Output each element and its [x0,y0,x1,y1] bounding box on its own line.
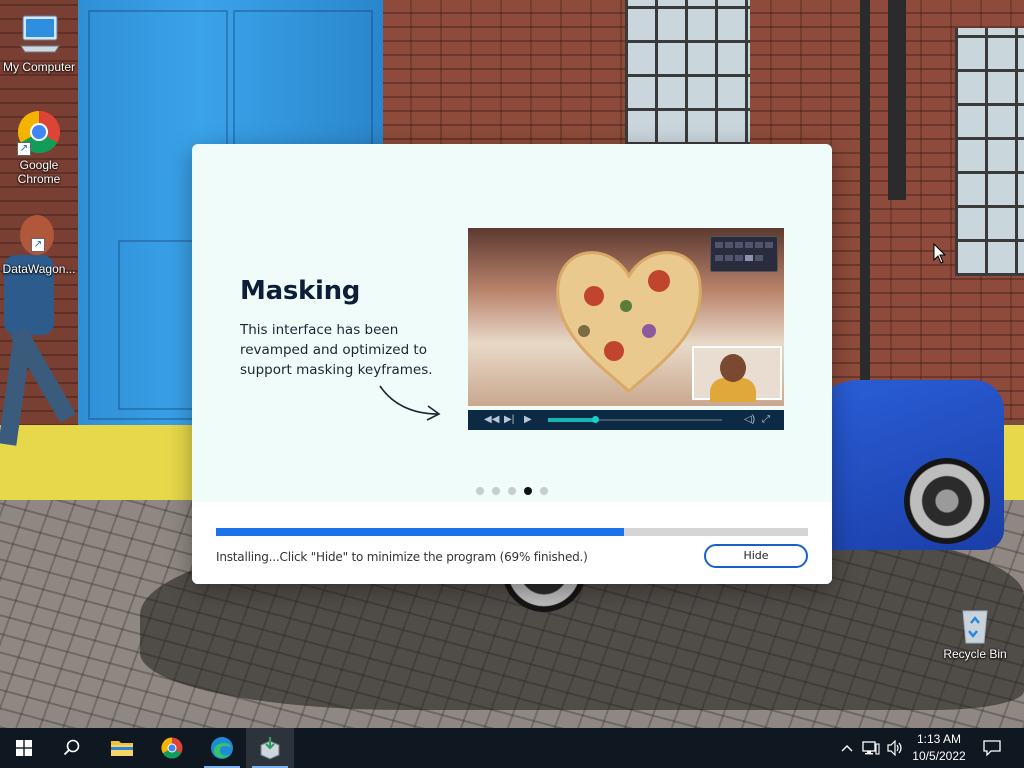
carousel-dot[interactable] [540,487,548,495]
desktop-icon-label: My Computer [2,60,76,74]
taskbar: 1:13 AM 10/5/2022 [0,728,1024,768]
slide-title: Masking [240,276,361,306]
edge-icon [211,737,233,759]
speaker-icon [887,740,902,756]
volume-tray-button[interactable] [884,728,906,768]
volume-icon: ◁) [744,414,756,425]
windows-logo-icon [16,740,32,756]
search-icon [63,739,80,756]
carousel-dot[interactable] [492,487,500,495]
seek-fill [548,418,594,422]
clock-date: 10/5/2022 [912,749,966,763]
carousel-dots [476,487,548,495]
recycle-bin-icon [955,605,995,645]
desktop-icon-recycle-bin[interactable]: Recycle Bin [936,605,1014,661]
network-tray-button[interactable] [860,728,882,768]
carousel-dot[interactable] [508,487,516,495]
taskbar-clock[interactable]: 1:13 AM 10/5/2022 [906,731,972,765]
search-button[interactable] [48,728,96,768]
seek-knob [592,416,599,423]
installer-icon [260,737,280,760]
fullscreen-icon: ⤢ [762,414,770,425]
chrome-taskbar-button[interactable] [148,728,196,768]
carousel-dot-active[interactable] [524,487,532,495]
slide-description: This interface has been revamped and opt… [240,322,433,378]
network-icon [862,741,880,755]
mouse-cursor-icon [933,243,947,264]
shortcut-arrow-icon: ↗ [17,142,31,156]
feature-preview-image [468,228,784,406]
pipe [888,0,906,200]
video-player-controls: ◀◀ ▶| ▶ ◁) ⤢ [468,410,784,430]
shortcut-arrow-icon: ↗ [31,238,45,252]
chrome-icon [161,737,183,759]
clock-time: 1:13 AM [916,732,962,746]
editor-toolbar-thumbnail [710,236,778,272]
desktop-icon-datawagon[interactable]: ↗ DataWagon... [0,212,78,276]
installer-window: Masking This interface has been revamped… [192,144,832,584]
desktop-icon-label: Google Chrome [17,158,61,186]
show-hidden-icons-button[interactable] [838,728,856,768]
chrome-icon: ↗ [15,108,63,156]
pointer-arrow-icon [379,385,441,421]
install-status-text: Installing...Click "Hide" to minimize th… [216,550,588,564]
folder-icon [111,741,133,756]
hide-button[interactable]: Hide [704,544,808,568]
picture-in-picture-thumbnail [692,346,782,402]
building-window-1 [625,0,750,145]
step-icon: ▶| [504,414,515,425]
desktop-icon-label: Recycle Bin [943,647,1007,661]
desktop-icon-label: DataWagon... [2,262,76,276]
notifications-button[interactable] [980,728,1004,768]
chevron-up-icon [841,745,853,752]
building-window-2 [955,28,1024,276]
pipe [860,0,870,400]
edge-taskbar-button[interactable] [198,728,246,768]
desktop-icon-my-computer[interactable]: My Computer [0,10,78,74]
pizza-heart-image [556,251,702,393]
play-icon: ▶ [524,414,532,425]
file-explorer-button[interactable] [98,728,146,768]
installer-taskbar-button[interactable] [246,728,294,768]
installer-footer [192,502,832,584]
install-progress-fill [216,528,625,536]
datawagon-icon: ↗ [15,212,63,260]
carousel-dot[interactable] [476,487,484,495]
install-progress-bar [216,528,808,536]
monitor-icon [15,10,63,58]
notification-icon [983,740,1001,756]
start-button[interactable] [0,728,48,768]
rewind-icon: ◀◀ [484,414,500,425]
desktop-icon-google-chrome[interactable]: ↗ Google Chrome [0,108,78,186]
